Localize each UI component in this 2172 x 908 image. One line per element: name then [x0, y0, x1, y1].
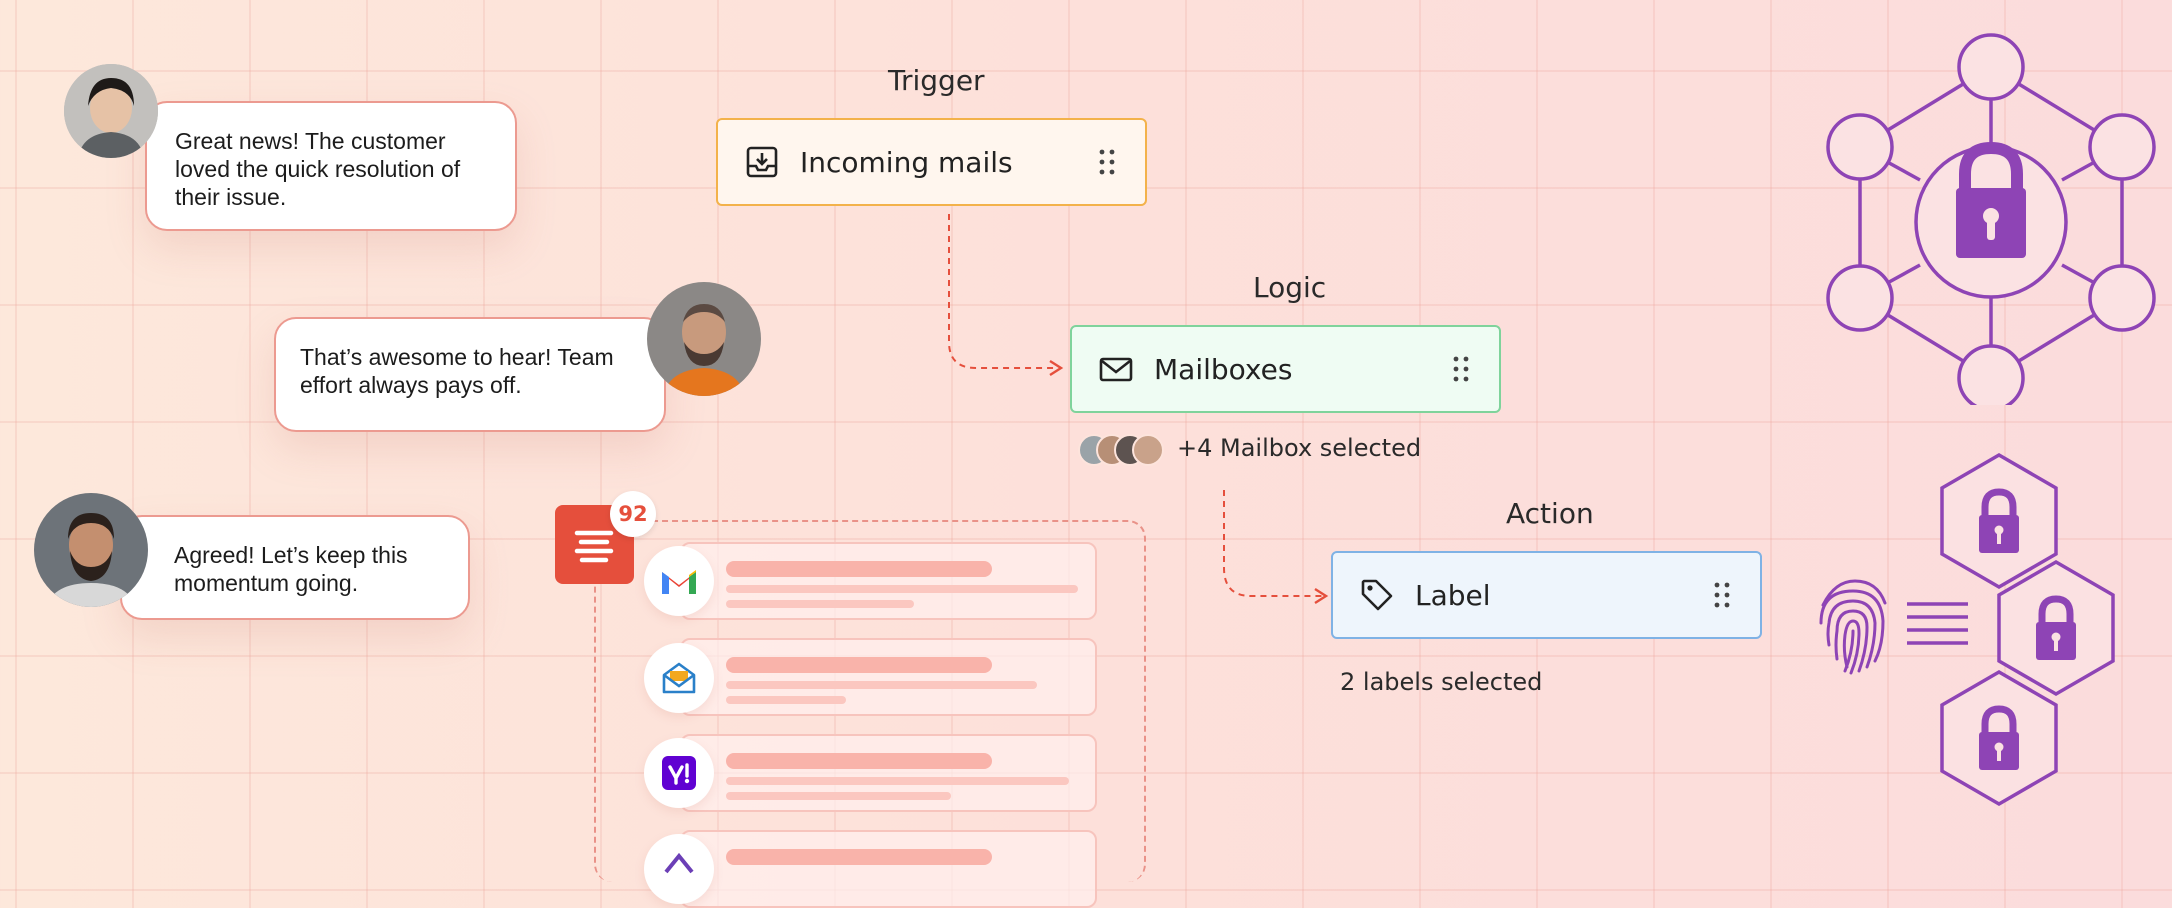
drag-handle-icon[interactable] [1097, 147, 1117, 177]
mailbox-selected-caption: +4 Mailbox selected [1177, 434, 1422, 462]
outlook-icon [644, 834, 714, 904]
list-item-line-placeholder [726, 696, 846, 704]
zoho-mail-icon [644, 643, 714, 713]
security-network-icon [1826, 33, 2156, 405]
list-item-title-placeholder [726, 561, 992, 577]
labels-selected-caption: 2 labels selected [1340, 668, 1543, 696]
avatar [64, 64, 158, 158]
chat-message-text: That’s awesome to hear! Team effort alwa… [300, 344, 614, 398]
logic-label: Mailboxes [1154, 352, 1293, 386]
chat-message-1: Great news! The customer loved the quick… [145, 101, 517, 231]
trigger-node[interactable]: Incoming mails [716, 118, 1147, 206]
hexagon-locks-icon [1940, 452, 2115, 807]
list-item-line-placeholder [726, 681, 1037, 689]
connector-trigger-logic [948, 214, 1064, 377]
trigger-label: Incoming mails [800, 145, 1013, 179]
avatar [34, 493, 148, 607]
list-item-line-placeholder [726, 585, 1078, 593]
drag-handle-icon[interactable] [1451, 354, 1471, 384]
chat-message-text: Agreed! Let’s keep this momentum going. [174, 542, 408, 596]
connector-logic-action [1223, 490, 1329, 605]
inbox-download-icon [746, 146, 778, 178]
list-item-line-placeholder [726, 777, 1069, 785]
notification-count: 92 [618, 502, 648, 526]
list-item-title-placeholder [726, 753, 992, 769]
list-item-title-placeholder [726, 657, 992, 673]
tag-icon [1361, 579, 1393, 611]
fingerprint-icon [1819, 579, 1887, 675]
logic-title: Logic [1253, 271, 1327, 304]
chat-message-text: Great news! The customer loved the quick… [175, 128, 461, 210]
list-item-line-placeholder [726, 792, 951, 800]
avatar [1132, 434, 1164, 466]
list-item[interactable] [680, 638, 1097, 716]
mailbox-avatars [1078, 434, 1164, 466]
list-item-title-placeholder [726, 849, 992, 865]
gmail-icon [644, 546, 714, 616]
notification-badge: 92 [610, 491, 656, 537]
action-node[interactable]: Label [1331, 551, 1762, 639]
yahoo-icon [644, 738, 714, 808]
action-title: Action [1506, 497, 1594, 530]
drag-handle-icon[interactable] [1712, 580, 1732, 610]
avatar [647, 282, 761, 396]
chat-message-2: That’s awesome to hear! Team effort alwa… [274, 317, 666, 432]
trigger-title: Trigger [888, 64, 985, 97]
mail-icon [1099, 357, 1133, 382]
list-item[interactable] [680, 830, 1097, 908]
logic-node[interactable]: Mailboxes [1070, 325, 1501, 413]
list-item-line-placeholder [726, 600, 914, 608]
list-item[interactable] [680, 734, 1097, 812]
list-item[interactable] [680, 542, 1097, 620]
chat-message-3: Agreed! Let’s keep this momentum going. [120, 515, 470, 620]
action-label: Label [1415, 578, 1491, 612]
